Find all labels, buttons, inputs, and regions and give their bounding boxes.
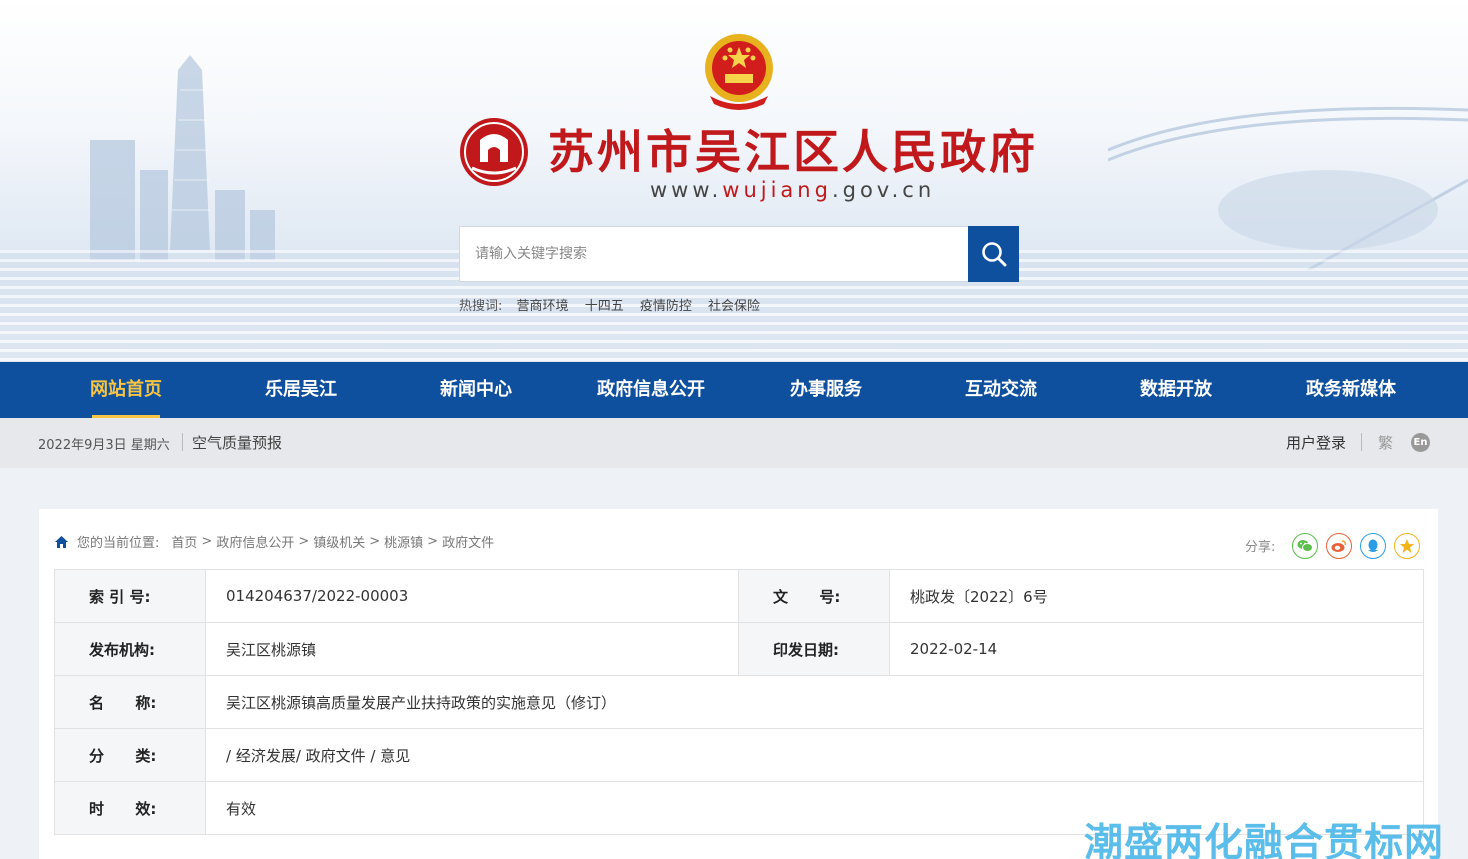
url-prefix: www.	[650, 178, 723, 202]
table-row: 分 类: / 经济发展/ 政府文件 / 意见	[54, 728, 1424, 782]
search-input[interactable]	[460, 227, 968, 281]
info-bar: 2022年9月3日 星期六 空气质量预报 用户登录 繁	[0, 418, 1468, 468]
share-label: 分享:	[1245, 540, 1276, 555]
hot-word-link[interactable]: 营商环境	[517, 299, 569, 314]
hot-word-link[interactable]: 疫情防控	[640, 299, 692, 314]
breadcrumb-gov-docs[interactable]: 政府文件	[442, 532, 494, 551]
share-wechat-button[interactable]	[1292, 533, 1318, 559]
table-row: 发布机构: 吴江区桃源镇 印发日期: 2022-02-14	[54, 622, 1424, 676]
user-login-link[interactable]: 用户登录	[1286, 432, 1346, 453]
breadcrumb-separator: >	[201, 534, 213, 549]
breadcrumb-taoyuan[interactable]: 桃源镇	[384, 532, 423, 551]
category-value: / 经济发展/ 政府文件 / 意见	[205, 728, 1424, 782]
breadcrumb-gov-info[interactable]: 政府信息公开	[216, 532, 294, 551]
nav-item-interaction[interactable]: 互动交流	[931, 362, 1071, 418]
doc-no-label: 文 号:	[738, 569, 890, 623]
search-button[interactable]	[968, 226, 1019, 282]
index-no-value: 014204637/2022-00003	[205, 569, 739, 623]
city-skyline-illustration	[90, 55, 275, 260]
traditional-chinese-toggle[interactable]: 繁	[1378, 432, 1393, 453]
hot-word-link[interactable]: 社会保险	[708, 299, 760, 314]
share-qzone-button[interactable]	[1394, 533, 1420, 559]
nav-item-gov-info[interactable]: 政府信息公开	[581, 362, 721, 418]
weibo-icon	[1331, 540, 1347, 552]
nav-item-news[interactable]: 新闻中心	[406, 362, 546, 418]
divider	[182, 433, 183, 451]
nav-item-new-media[interactable]: 政务新媒体	[1281, 362, 1421, 418]
url-suffix: .gov.cn	[831, 178, 936, 202]
breadcrumb-label: 您的当前位置:	[77, 536, 160, 551]
divider	[1361, 433, 1362, 451]
search-box	[459, 226, 1019, 282]
wujiang-logo-icon	[460, 118, 528, 186]
home-icon	[55, 535, 68, 548]
search-icon	[981, 242, 1006, 267]
print-date-label: 印发日期:	[738, 622, 890, 676]
english-version-icon[interactable]: En	[1411, 433, 1430, 452]
nav-item-services[interactable]: 办事服务	[756, 362, 896, 418]
breadcrumb-town-agencies[interactable]: 镇级机关	[313, 532, 365, 551]
breadcrumb-separator: >	[427, 534, 439, 549]
share-qq-button[interactable]	[1360, 533, 1386, 559]
hot-search-words: 热搜词: 营商环境 十四五 疫情防控 社会保险	[459, 295, 772, 314]
nav-item-living[interactable]: 乐居吴江	[231, 362, 371, 418]
qzone-icon	[1400, 539, 1414, 553]
name-label: 名 称:	[54, 675, 206, 729]
breadcrumb-separator: >	[298, 534, 310, 549]
current-date: 2022年9月3日 星期六	[38, 438, 170, 453]
table-row: 索 引 号: 014204637/2022-00003 文 号: 桃政发〔202…	[54, 569, 1424, 623]
url-highlight: wujiang	[722, 178, 832, 202]
wechat-icon	[1297, 540, 1313, 552]
qq-icon	[1368, 539, 1378, 552]
breadcrumb: 您的当前位置: 首页 > 政府信息公开 > 镇级机关 > 桃源镇 > 政府文件	[54, 532, 494, 551]
category-label: 分 类:	[54, 728, 206, 782]
publisher-value: 吴江区桃源镇	[205, 622, 739, 676]
nav-item-open-data[interactable]: 数据开放	[1106, 362, 1246, 418]
main-nav: 网站首页 乐居吴江 新闻中心 政府信息公开 办事服务 互动交流 数据开放 政务新…	[0, 362, 1468, 418]
air-quality-link[interactable]: 空气质量预报	[192, 432, 282, 453]
document-metadata-table: 索 引 号: 014204637/2022-00003 文 号: 桃政发〔202…	[54, 569, 1424, 835]
publisher-label: 发布机构:	[54, 622, 206, 676]
doc-no-value: 桃政发〔2022〕6号	[889, 569, 1424, 623]
watermark: 潮盛两化融合贯标网	[1084, 821, 1445, 859]
site-url: www.wujiang.gov.cn	[650, 178, 935, 202]
hot-word-link[interactable]: 十四五	[585, 299, 624, 314]
breadcrumb-home[interactable]: 首页	[171, 532, 197, 551]
site-title: 苏州市吴江区人民政府	[548, 125, 1038, 179]
index-no-label: 索 引 号:	[54, 569, 206, 623]
share-weibo-button[interactable]	[1326, 533, 1352, 559]
hot-search-label: 热搜词:	[459, 299, 503, 314]
name-value: 吴江区桃源镇高质量发展产业扶持政策的实施意见（修订）	[205, 675, 1424, 729]
validity-label: 时 效:	[54, 781, 206, 835]
national-emblem-icon	[705, 34, 773, 110]
nav-item-home[interactable]: 网站首页	[56, 362, 196, 418]
print-date-value: 2022-02-14	[889, 622, 1424, 676]
header-banner: 苏州市吴江区人民政府 www.wujiang.gov.cn 热搜词: 营商环境 …	[0, 0, 1468, 362]
table-row: 名 称: 吴江区桃源镇高质量发展产业扶持政策的实施意见（修订）	[54, 675, 1424, 729]
breadcrumb-separator: >	[369, 534, 381, 549]
bridge-illustration	[1108, 106, 1468, 270]
